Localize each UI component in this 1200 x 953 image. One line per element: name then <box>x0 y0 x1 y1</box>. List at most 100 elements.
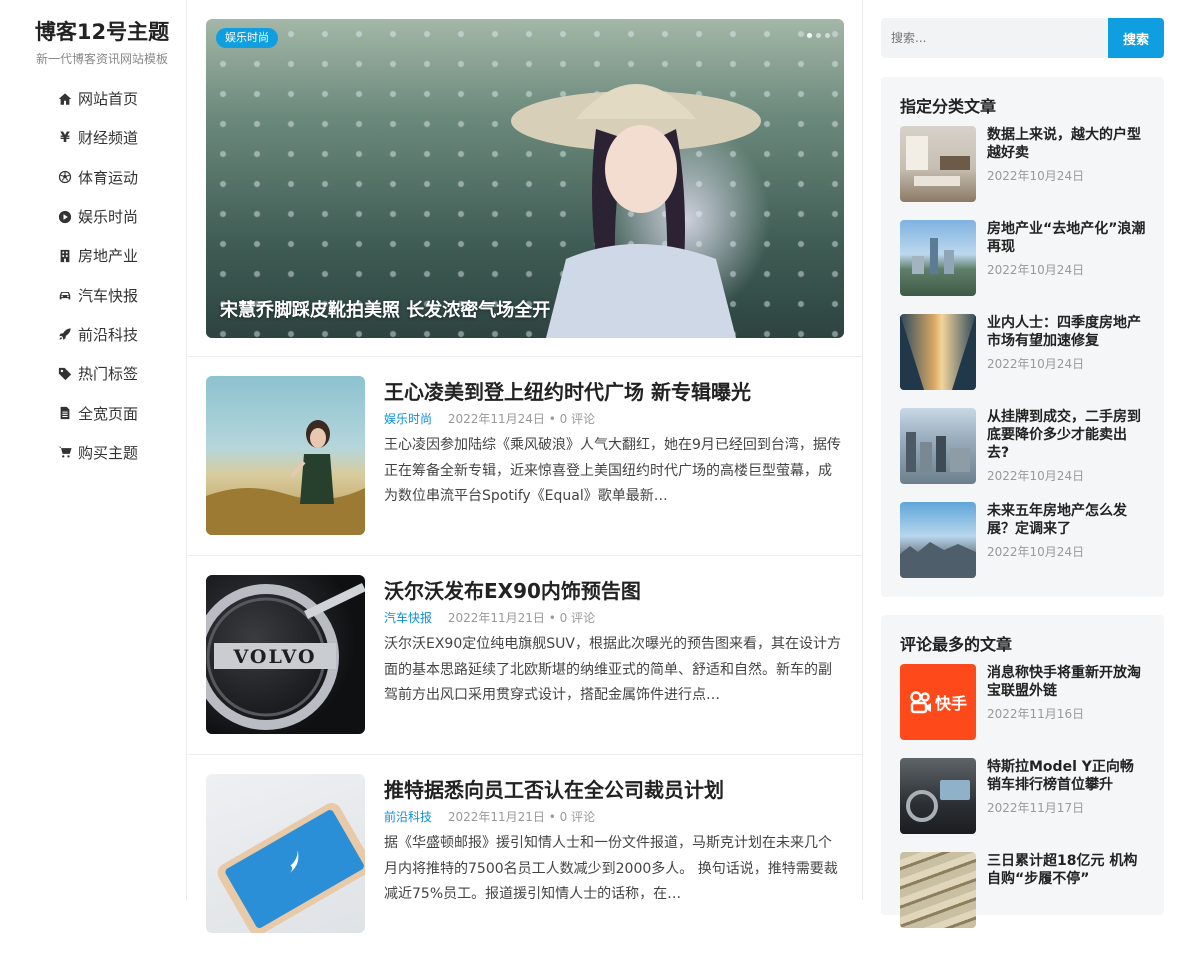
kuaishou-logo-icon <box>910 691 931 714</box>
hero-slider[interactable]: 娱乐时尚 宋慧乔脚踩皮靴拍美照 长发浓密气场全开 <box>206 19 844 338</box>
post-category[interactable]: 前沿科技 <box>384 810 432 824</box>
post-category[interactable]: 娱乐时尚 <box>384 412 432 426</box>
widget-title: 评论最多的文章 <box>900 635 1013 654</box>
widget-post-thumbnail[interactable] <box>900 758 976 834</box>
widget-post-date: 2022年10月24日 <box>987 469 1085 483</box>
widget-post-date: 2022年10月24日 <box>987 545 1085 559</box>
search-form: 搜索 <box>881 18 1164 58</box>
kuaishou-logo-text: 快手 <box>934 694 967 713</box>
post-item: 王心凌美到登上纽约时代广场 新专辑曝光 娱乐时尚 2022年11月24日 • 0… <box>188 356 863 555</box>
nav-item-fullwidth[interactable]: 全宽页面 <box>0 393 187 432</box>
post-meta: 娱乐时尚 2022年11月24日 • 0 评论 <box>384 412 596 426</box>
widget-post-date: 2022年11月17日 <box>987 801 1085 815</box>
widget-post-date: 2022年10月24日 <box>987 169 1085 183</box>
nav-item-entertainment[interactable]: 娱乐时尚 <box>0 197 187 236</box>
widget-post-thumbnail[interactable] <box>900 408 976 484</box>
main-content: 娱乐时尚 宋慧乔脚踩皮靴拍美照 长发浓密气场全开 王心凌美到登上纽约时代广场 新… <box>188 0 863 933</box>
nav-item-auto[interactable]: 汽车快报 <box>0 275 187 314</box>
building-icon <box>58 249 72 263</box>
home-icon <box>58 92 72 106</box>
nav-label: 财经频道 <box>78 129 139 148</box>
rocket-icon <box>58 327 72 341</box>
widget-post-item[interactable]: 未来五年房地产怎么发展？定调来了 2022年10月24日 <box>900 502 1150 578</box>
widget-post-item[interactable]: 三日累计超18亿元 机构自购“步履不停” <box>900 852 1150 928</box>
post-thumbnail[interactable]: VOLVO <box>206 575 365 734</box>
widget-post-title[interactable]: 业内人士：四季度房地产市场有望加速修复 <box>987 314 1147 350</box>
most-commented-widget: 评论最多的文章 快手 消息称快手将重新开放淘宝联盟外链 2022年11月16日 … <box>881 615 1164 928</box>
left-sidebar: 博客12号主题 新一代博客资讯网站模板 网站首页 ¥ 财经频道 体育运动 娱乐时… <box>0 0 187 900</box>
soccer-ball-icon <box>58 170 72 184</box>
widget-post-thumbnail[interactable] <box>900 220 976 296</box>
nav-label: 娱乐时尚 <box>78 208 139 227</box>
post-title[interactable]: 沃尔沃发布EX90内饰预告图 <box>384 575 641 604</box>
nav-item-home[interactable]: 网站首页 <box>0 79 187 119</box>
nav-item-buy[interactable]: 购买主题 <box>0 433 187 472</box>
nav-item-finance[interactable]: ¥ 财经频道 <box>0 118 187 157</box>
widget-post-thumbnail[interactable] <box>900 314 976 390</box>
nav-item-real-estate[interactable]: 房地产业 <box>0 236 187 275</box>
widget-post-title[interactable]: 房地产业“去地产化”浪潮再现 <box>987 220 1147 256</box>
post-meta: 前沿科技 2022年11月21日 • 0 评论 <box>384 810 596 824</box>
widget-post-item[interactable]: 快手 消息称快手将重新开放淘宝联盟外链 2022年11月16日 <box>900 664 1150 740</box>
post-date: 2022年11月24日 <box>447 412 545 426</box>
hero-title[interactable]: 宋慧乔脚踩皮靴拍美照 长发浓密气场全开 <box>220 296 550 322</box>
category-posts-widget: 指定分类文章 数据上来说，越大的户型越好卖 2022年10月24日 房地产业“去… <box>881 77 1164 597</box>
tag-icon <box>58 367 72 381</box>
widget-post-title[interactable]: 未来五年房地产怎么发展？定调来了 <box>987 502 1147 538</box>
post-title[interactable]: 推特据悉向员工否认在全公司裁员计划 <box>384 774 724 803</box>
widget-post-title[interactable]: 数据上来说，越大的户型越好卖 <box>987 126 1147 162</box>
nav-item-sports[interactable]: 体育运动 <box>0 158 187 197</box>
widget-post-item[interactable]: 房地产业“去地产化”浪潮再现 2022年10月24日 <box>900 220 1150 296</box>
post-meta: 汽车快报 2022年11月21日 • 0 评论 <box>384 611 596 625</box>
widget-title: 指定分类文章 <box>900 97 997 116</box>
widget-post-item[interactable]: 特斯拉Model Y正向畅销车排行榜首位攀升 2022年11月17日 <box>900 758 1150 834</box>
widget-post-title[interactable]: 从挂牌到成交，二手房到底要降价多少才能卖出去? <box>987 408 1147 462</box>
widget-post-item[interactable]: 数据上来说，越大的户型越好卖 2022年10月24日 <box>900 126 1150 202</box>
nav-label: 体育运动 <box>78 168 139 187</box>
search-button[interactable]: 搜索 <box>1108 18 1164 58</box>
nav-item-tags[interactable]: 热门标签 <box>0 354 187 393</box>
site-subtitle: 新一代博客资讯网站模板 <box>35 52 168 66</box>
post-date: 2022年11月21日 <box>447 611 545 625</box>
widget-post-date: 2022年11月16日 <box>987 707 1085 721</box>
post-title[interactable]: 王心凌美到登上纽约时代广场 新专辑曝光 <box>384 376 751 405</box>
post-comments[interactable]: 0 评论 <box>560 412 595 426</box>
cart-icon <box>58 445 72 459</box>
yen-icon: ¥ <box>60 129 70 146</box>
widget-post-thumbnail[interactable] <box>900 852 976 928</box>
nav-label: 热门标签 <box>78 365 139 384</box>
post-category[interactable]: 汽车快报 <box>384 611 432 625</box>
nav-label: 房地产业 <box>78 247 139 266</box>
widget-post-title[interactable]: 三日累计超18亿元 机构自购“步履不停” <box>987 852 1147 888</box>
volvo-wordmark: VOLVO <box>232 646 316 668</box>
widget-post-thumbnail[interactable] <box>900 126 976 202</box>
post-date: 2022年11月21日 <box>447 810 545 824</box>
widget-post-date: 2022年10月24日 <box>987 357 1085 371</box>
post-item: 推特据悉向员工否认在全公司裁员计划 前沿科技 2022年11月21日 • 0 评… <box>188 754 863 953</box>
post-thumbnail[interactable] <box>206 376 365 535</box>
post-comments[interactable]: 0 评论 <box>560 810 595 824</box>
document-icon <box>58 406 72 420</box>
car-icon <box>58 288 72 302</box>
widget-post-item[interactable]: 业内人士：四季度房地产市场有望加速修复 2022年10月24日 <box>900 314 1150 390</box>
site-title[interactable]: 博客12号主题 <box>0 16 204 46</box>
widget-post-thumbnail[interactable] <box>900 502 976 578</box>
widget-post-title[interactable]: 特斯拉Model Y正向畅销车排行榜首位攀升 <box>987 758 1147 794</box>
widget-post-item[interactable]: 从挂牌到成交，二手房到底要降价多少才能卖出去? 2022年10月24日 <box>900 408 1150 484</box>
nav-label: 前沿科技 <box>78 325 139 344</box>
nav-label: 网站首页 <box>78 90 139 109</box>
post-comments[interactable]: 0 评论 <box>560 611 595 625</box>
hero-category-badge[interactable]: 娱乐时尚 <box>216 28 278 48</box>
nav-label: 汽车快报 <box>78 286 139 305</box>
nav-item-tech[interactable]: 前沿科技 <box>0 315 187 354</box>
right-sidebar: 搜索 指定分类文章 数据上来说，越大的户型越好卖 2022年10月24日 房地产… <box>881 0 1164 928</box>
post-excerpt: 沃尔沃EX90定位纯电旗舰SUV，根据此次曝光的预告图来看，其在设计方面的基本思… <box>384 636 841 703</box>
post-excerpt: 王心凌因参加陆综《乘风破浪》人气大翻红，她在9月已经回到台湾，据传正在筹备全新专… <box>384 437 841 504</box>
widget-post-thumbnail[interactable]: 快手 <box>900 664 976 740</box>
nav-label: 购买主题 <box>78 443 139 462</box>
slider-dots[interactable] <box>807 33 830 38</box>
post-thumbnail[interactable] <box>206 774 365 933</box>
widget-post-date: 2022年10月24日 <box>987 263 1085 277</box>
widget-post-title[interactable]: 消息称快手将重新开放淘宝联盟外链 <box>987 664 1147 700</box>
search-input[interactable] <box>881 18 1108 58</box>
